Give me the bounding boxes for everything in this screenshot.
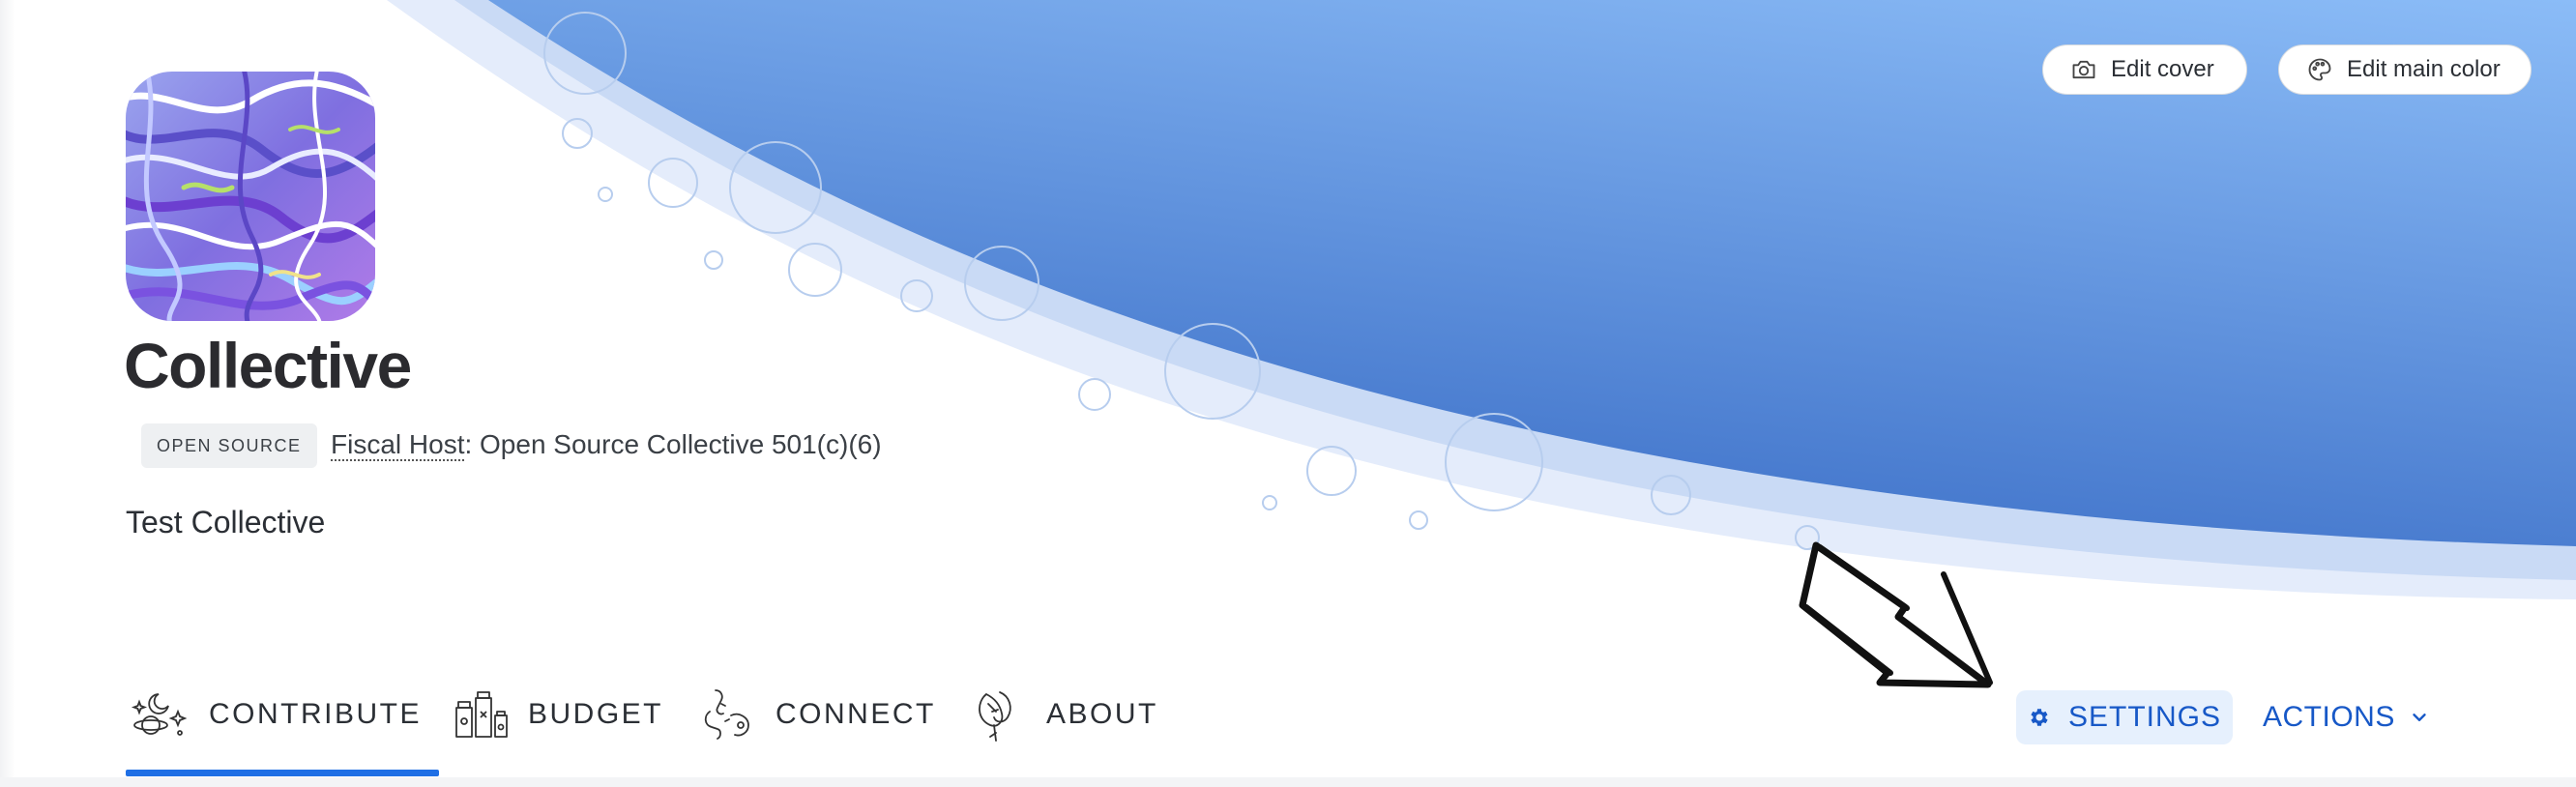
edit-main-color-button[interactable]: Edit main color (2278, 44, 2532, 95)
nav-bottom-divider (0, 777, 2576, 787)
collective-page: Edit cover Edit main color Collective OP… (0, 0, 2576, 787)
edit-main-color-label: Edit main color (2347, 56, 2501, 82)
tab-budget-label: BUDGET (528, 698, 664, 730)
category-tag: OPEN SOURCE (141, 423, 317, 468)
collective-description: Test Collective (126, 505, 326, 539)
tab-about-label: ABOUT (1046, 698, 1158, 730)
collective-avatar[interactable] (126, 72, 375, 321)
budget-icon (455, 691, 508, 738)
settings-button[interactable]: SETTINGS (2016, 690, 2233, 744)
actions-label: ACTIONS (2263, 701, 2395, 733)
edit-cover-button[interactable]: Edit cover (2042, 44, 2247, 95)
tab-connect-label: CONNECT (776, 698, 936, 730)
settings-label: SETTINGS (2067, 701, 2221, 733)
fiscal-host-value: : Open Source Collective 501(c)(6) (464, 429, 882, 459)
actions-dropdown[interactable]: ACTIONS (2263, 690, 2430, 744)
annotation-arrow-icon (1799, 541, 1993, 688)
edit-cover-label: Edit cover (2111, 56, 2214, 82)
tab-connect[interactable]: CONNECT (696, 681, 936, 748)
active-tab-indicator (126, 770, 439, 776)
collective-name: Collective (124, 330, 412, 401)
fiscal-host-line: Fiscal Host: Open Source Collective 501(… (331, 429, 882, 461)
tab-contribute[interactable]: CONTRIBUTE (130, 681, 422, 748)
tab-contribute-label: CONTRIBUTE (209, 698, 422, 730)
gear-icon (2031, 709, 2048, 726)
marble-avatar-image (126, 72, 375, 321)
chevron-down-icon (2413, 714, 2426, 721)
connect-icon (704, 689, 749, 740)
camera-icon (2072, 60, 2095, 79)
tab-budget[interactable]: BUDGET (449, 681, 663, 748)
palette-icon (2308, 58, 2331, 81)
about-icon (979, 691, 1011, 742)
contribute-icon (131, 693, 188, 736)
fiscal-host-label[interactable]: Fiscal Host (331, 429, 465, 461)
tab-about[interactable]: ABOUT (967, 681, 1158, 748)
